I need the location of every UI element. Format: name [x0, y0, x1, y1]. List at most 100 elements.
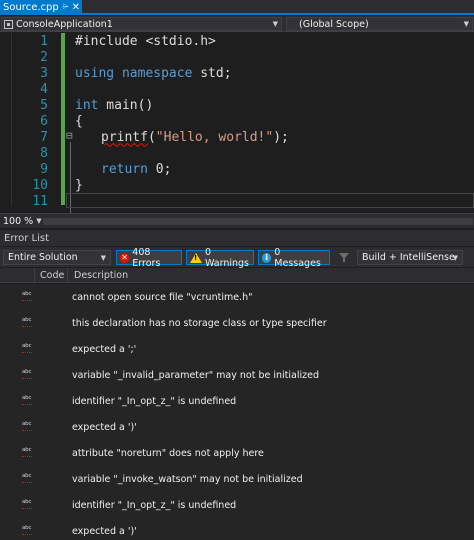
editor-status-bar: 100 % ▼: [0, 213, 474, 228]
code-text: return 0;: [101, 162, 171, 177]
list-item[interactable]: abc expected a ')': [0, 414, 474, 440]
code-line: 3 using namespace std;: [0, 65, 474, 81]
intellisense-error-icon: abc: [22, 525, 33, 535]
messages-filter-button[interactable]: i 0 Messages: [258, 247, 330, 269]
current-line-highlight: [66, 193, 474, 208]
horizontal-scrollbar[interactable]: [43, 218, 473, 225]
code-line: 8: [0, 145, 474, 161]
intellisense-error-icon: abc: [22, 369, 33, 379]
code-fragment: 0;: [147, 161, 172, 177]
errors-count-label: 408 Errors: [132, 246, 161, 269]
tab-source-cpp[interactable]: Source.cpp ⌲ ✕: [0, 0, 82, 14]
list-item[interactable]: abc this declaration has no storage clas…: [0, 310, 474, 336]
line-number: 2: [40, 49, 48, 65]
list-item[interactable]: abc identifier "_In_opt_z_" is undefined: [0, 388, 474, 414]
error-description: expected a ')': [72, 525, 137, 537]
error-description: variable "_invalid_parameter" may not be…: [72, 369, 319, 381]
intellisense-error-icon: abc: [22, 473, 33, 483]
scope-filter-dropdown[interactable]: Entire Solution ▼: [3, 250, 111, 265]
build-filter-dropdown[interactable]: Build + IntelliSense ▼: [357, 250, 463, 265]
error-description: this declaration has no storage class or…: [72, 317, 327, 329]
code-text: int main(): [75, 98, 153, 113]
line-number: 3: [40, 65, 48, 81]
intellisense-error-icon: abc: [22, 421, 33, 431]
column-header-description[interactable]: Description: [74, 270, 128, 281]
function-name-with-error[interactable]: printf: [101, 130, 148, 145]
chevron-down-icon: ▼: [463, 20, 469, 28]
scope-name: (Global Scope): [299, 18, 369, 30]
intellisense-error-icon: abc: [22, 447, 33, 457]
code-line: 4: [0, 81, 474, 97]
code-fragment: (: [147, 129, 156, 145]
list-item[interactable]: abc expected a ';': [0, 336, 474, 362]
pin-icon[interactable]: ⌲: [62, 2, 68, 12]
code-text: {: [75, 113, 83, 129]
column-header-code[interactable]: Code: [40, 270, 64, 281]
code-fragment: );: [273, 129, 289, 145]
warnings-count-label: 0 Warnings: [205, 246, 250, 269]
project-dropdown[interactable]: ConsoleApplication1 ▼: [1, 17, 282, 31]
column-separator[interactable]: [67, 268, 68, 283]
chevron-down-icon: ▼: [452, 253, 458, 262]
line-number: 1: [40, 33, 48, 49]
code-text: #include <stdio.h>: [75, 34, 216, 49]
document-tab-bar: Source.cpp ⌲ ✕: [0, 0, 474, 15]
error-description: identifier "_In_opt_z_" is undefined: [72, 395, 237, 407]
close-icon[interactable]: ✕: [72, 2, 80, 13]
code-text: using namespace std;: [75, 66, 232, 81]
list-item[interactable]: abc variable "_invalid_parameter" may no…: [0, 362, 474, 388]
scope-dropdown[interactable]: (Global Scope) ▼: [286, 17, 473, 31]
preprocessor-directive: #include <stdio.h>: [75, 33, 216, 49]
error-description: variable "_invoke_watson" may not be ini…: [72, 473, 303, 485]
error-description: expected a ';': [72, 343, 137, 355]
chevron-down-icon: ▼: [272, 20, 278, 28]
list-item[interactable]: abc variable "_invoke_watson" may not be…: [0, 466, 474, 492]
intellisense-error-icon: abc: [22, 317, 33, 327]
project-name: ConsoleApplication1: [16, 18, 113, 30]
project-icon: [4, 19, 13, 29]
line-number: 4: [40, 81, 48, 97]
info-icon: i: [262, 252, 272, 263]
error-icon: ✕: [120, 252, 130, 263]
code-text: }: [75, 177, 83, 193]
intellisense-error-icon: abc: [22, 395, 33, 405]
code-line: 5 int main(): [0, 97, 474, 113]
keyword: return: [101, 161, 148, 177]
list-item[interactable]: abc expected a ')': [0, 518, 474, 540]
code-line: 9 return 0;: [0, 161, 474, 177]
navigation-bar: ConsoleApplication1 ▼ (Global Scope) ▼: [0, 16, 474, 32]
column-separator[interactable]: [34, 268, 35, 283]
errors-filter-button[interactable]: ✕ 408 Errors: [116, 247, 182, 269]
code-line: 6 {: [0, 113, 474, 129]
code-editor[interactable]: ⊟ 1 #include <stdio.h> 2 3 using namespa…: [0, 33, 474, 214]
list-item[interactable]: abc cannot open source file "vcruntime.h…: [0, 284, 474, 310]
code-line: 2: [0, 49, 474, 65]
chevron-down-icon: ▼: [100, 253, 106, 262]
code-text: printf("Hello, world!");: [101, 130, 289, 145]
zoom-level[interactable]: 100 %: [3, 216, 33, 227]
warning-icon: !: [190, 252, 202, 263]
list-item[interactable]: abc attribute "noreturn" does not apply …: [0, 440, 474, 466]
line-number: 8: [40, 145, 48, 161]
error-description: expected a ')': [72, 421, 137, 433]
code-fragment: main(): [98, 97, 154, 113]
code-line: 7 printf("Hello, world!");: [0, 129, 474, 145]
code-line: 1 #include <stdio.h>: [0, 33, 474, 49]
error-description: attribute "noreturn" does not apply here: [72, 447, 264, 459]
intellisense-error-icon: abc: [22, 343, 33, 353]
error-list-header: Code Description: [0, 268, 474, 283]
list-item[interactable]: abc identifier "_In_opt_z_" is undefined: [0, 492, 474, 518]
tab-title: Source.cpp: [3, 1, 59, 13]
line-number: 10: [32, 177, 48, 193]
warnings-filter-button[interactable]: ! 0 Warnings: [186, 247, 254, 269]
line-number: 7: [40, 129, 48, 145]
build-filter-value: Build + IntelliSense: [362, 252, 455, 263]
error-list-toolbar: Entire Solution ▼ ✕ 408 Errors ! 0 Warni…: [0, 247, 474, 269]
scope-filter-value: Entire Solution: [8, 252, 78, 263]
messages-count-label: 0 Messages: [274, 246, 321, 269]
keyword: using namespace: [75, 65, 193, 81]
line-number: 6: [40, 113, 48, 129]
keyword: int: [75, 97, 99, 113]
line-number: 5: [40, 97, 48, 113]
chevron-down-icon[interactable]: ▼: [36, 217, 41, 225]
